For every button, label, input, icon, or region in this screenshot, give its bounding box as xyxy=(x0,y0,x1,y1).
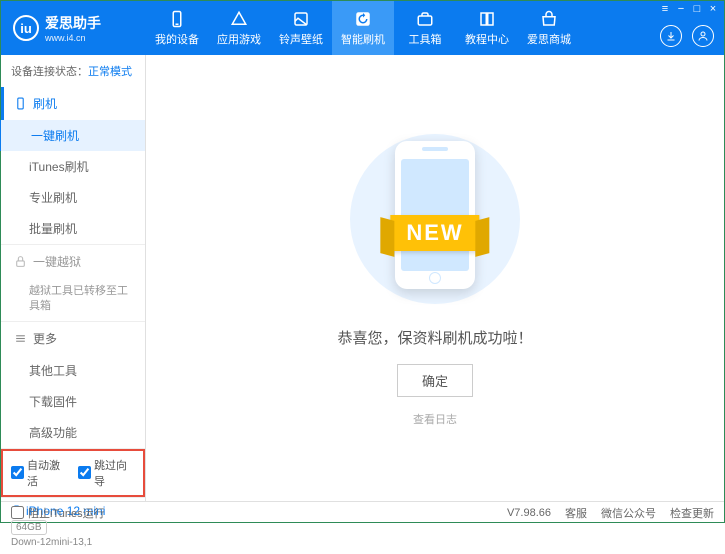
checkbox-label: 自动激活 xyxy=(27,457,68,489)
auto-activate-checkbox[interactable]: 自动激活 xyxy=(11,457,68,489)
sidebar-item-pro-flash[interactable]: 专业刷机 xyxy=(1,182,145,213)
list-icon xyxy=(14,332,27,345)
nav-ringtones[interactable]: 铃声壁纸 xyxy=(270,1,332,55)
nav-flash[interactable]: 智能刷机 xyxy=(332,1,394,55)
sidebar-item-advanced[interactable]: 高级功能 xyxy=(1,417,145,448)
sidebar-head-more[interactable]: 更多 xyxy=(1,322,145,355)
sidebar-item-itunes-flash[interactable]: iTunes刷机 xyxy=(1,151,145,182)
nav-label: 爱思商城 xyxy=(527,31,571,47)
logo-icon: iu xyxy=(13,15,39,41)
sidebar-item-download-firmware[interactable]: 下载固件 xyxy=(1,386,145,417)
status-label: 设备连接状态： xyxy=(11,66,88,78)
toolbox-icon xyxy=(416,10,434,28)
main-content: NEW 恭喜您，保资料刷机成功啦！ 确定 查看日志 xyxy=(146,55,724,501)
skip-guide-checkbox[interactable]: 跳过向导 xyxy=(78,457,135,489)
sidebar-head-label: 一键越狱 xyxy=(33,253,81,270)
refresh-icon xyxy=(354,10,372,28)
close-icon[interactable]: × xyxy=(706,3,720,15)
logo: iu 爱思助手 www.i4.cn xyxy=(1,13,146,43)
wallpaper-icon xyxy=(292,10,310,28)
user-button[interactable] xyxy=(692,25,714,47)
checkbox-label: 阻止iTunes运行 xyxy=(28,505,105,521)
device-storage: 64GB xyxy=(11,520,47,535)
options-box: 自动激活 跳过向导 xyxy=(1,449,145,497)
success-message: 恭喜您，保资料刷机成功啦！ xyxy=(337,327,532,348)
sidebar-head-label: 更多 xyxy=(33,330,57,347)
title-bar: iu 爱思助手 www.i4.cn 我的设备 应用游戏 铃声壁纸 智能刷机 工具… xyxy=(1,1,724,55)
nav-label: 铃声壁纸 xyxy=(279,31,323,47)
menu-icon[interactable]: ≡ xyxy=(658,3,672,15)
nav-label: 我的设备 xyxy=(155,31,199,47)
status-value: 正常模式 xyxy=(88,66,132,78)
app-title: 爱思助手 xyxy=(45,13,101,33)
header-actions xyxy=(660,25,714,47)
window-controls: ≡ − □ × xyxy=(658,3,720,15)
version-label: V7.98.66 xyxy=(507,507,551,519)
nav-label: 应用游戏 xyxy=(217,31,261,47)
lock-icon xyxy=(14,255,27,268)
view-log-link[interactable]: 查看日志 xyxy=(413,411,457,427)
nav-label: 工具箱 xyxy=(409,31,442,47)
minimize-icon[interactable]: − xyxy=(674,3,688,15)
jailbreak-note: 越狱工具已转移至工具箱 xyxy=(1,278,145,321)
app-url: www.i4.cn xyxy=(45,33,101,43)
wechat-link[interactable]: 微信公众号 xyxy=(601,505,656,521)
nav-toolbox[interactable]: 工具箱 xyxy=(394,1,456,55)
phone-icon xyxy=(14,97,27,110)
ok-button[interactable]: 确定 xyxy=(397,364,473,397)
connection-status: 设备连接状态：正常模式 xyxy=(1,55,145,87)
store-icon xyxy=(540,10,558,28)
block-itunes-checkbox[interactable]: 阻止iTunes运行 xyxy=(11,505,105,521)
sidebar-item-oneclick-flash[interactable]: 一键刷机 xyxy=(0,120,145,151)
download-button[interactable] xyxy=(660,25,682,47)
checkbox-label: 跳过向导 xyxy=(94,457,135,489)
apps-icon xyxy=(230,10,248,28)
phone-icon xyxy=(168,10,186,28)
new-ribbon: NEW xyxy=(390,215,479,251)
success-illustration: NEW xyxy=(340,129,530,309)
maximize-icon[interactable]: □ xyxy=(690,3,704,15)
nav-label: 教程中心 xyxy=(465,31,509,47)
nav-my-device[interactable]: 我的设备 xyxy=(146,1,208,55)
nav-apps[interactable]: 应用游戏 xyxy=(208,1,270,55)
nav-tutorials[interactable]: 教程中心 xyxy=(456,1,518,55)
support-link[interactable]: 客服 xyxy=(565,505,587,521)
nav-label: 智能刷机 xyxy=(341,31,385,47)
sidebar-head-label: 刷机 xyxy=(33,95,57,112)
sidebar-item-other-tools[interactable]: 其他工具 xyxy=(1,355,145,386)
check-update-link[interactable]: 检查更新 xyxy=(670,505,714,521)
device-model: Down-12mini-13,1 xyxy=(11,537,135,548)
sidebar-item-batch-flash[interactable]: 批量刷机 xyxy=(1,213,145,244)
sidebar: 设备连接状态：正常模式 刷机 一键刷机 iTunes刷机 专业刷机 批量刷机 一… xyxy=(1,55,146,501)
sidebar-head-flash[interactable]: 刷机 xyxy=(1,87,145,120)
sidebar-head-jailbreak[interactable]: 一键越狱 xyxy=(1,245,145,278)
nav-store[interactable]: 爱思商城 xyxy=(518,1,580,55)
book-icon xyxy=(478,10,496,28)
top-nav: 我的设备 应用游戏 铃声壁纸 智能刷机 工具箱 教程中心 爱思商城 xyxy=(146,1,580,55)
